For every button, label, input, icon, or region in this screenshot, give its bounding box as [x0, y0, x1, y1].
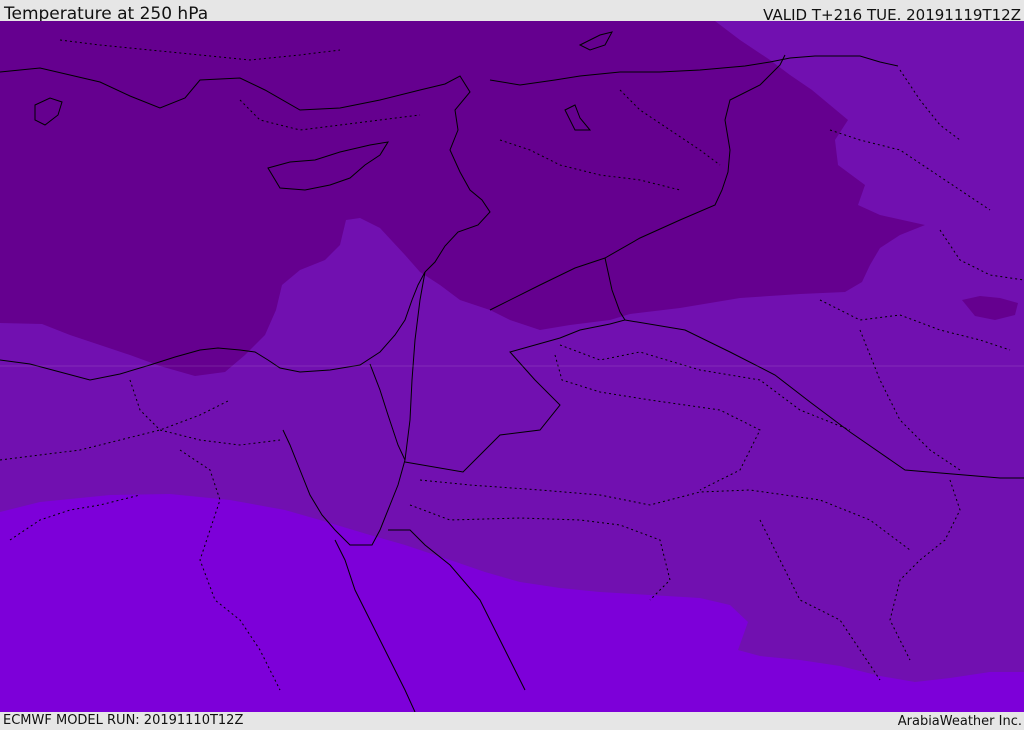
temperature-map	[0, 21, 1024, 712]
model-run: ECMWF MODEL RUN: 20191110T12Z	[3, 713, 244, 728]
credit: ArabiaWeather Inc.	[897, 714, 1022, 729]
